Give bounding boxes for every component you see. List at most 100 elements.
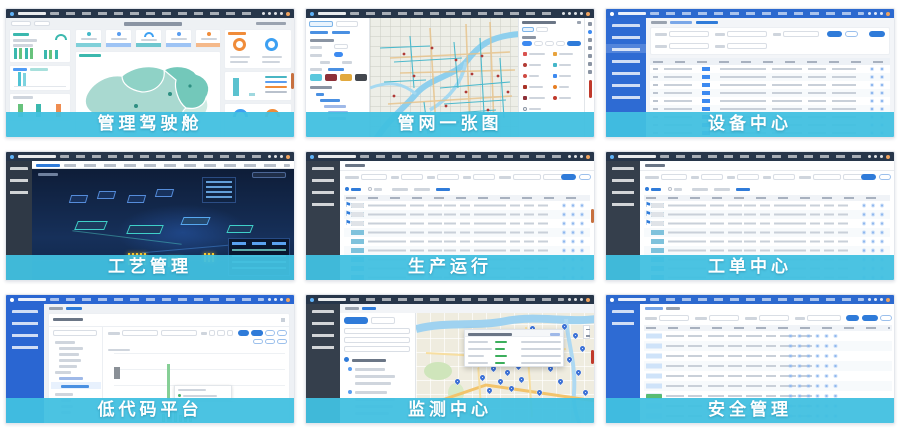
tree-active-node[interactable] — [51, 382, 101, 389]
tile-low-code-platform[interactable]: 低代码平台 — [5, 294, 295, 424]
table-view-button[interactable] — [277, 330, 287, 336]
type-select[interactable] — [401, 174, 423, 180]
tool-icon[interactable] — [588, 46, 592, 50]
tool-icon[interactable] — [588, 70, 592, 74]
toggle-on[interactable] — [334, 52, 343, 57]
legend-icon[interactable] — [553, 96, 557, 100]
zoom-control[interactable] — [583, 325, 590, 339]
pill-all[interactable] — [522, 41, 532, 46]
sidebar-menu[interactable] — [612, 167, 634, 209]
level-select[interactable] — [473, 174, 495, 180]
date-range-input[interactable] — [807, 315, 841, 321]
level-select[interactable] — [773, 174, 795, 180]
legend-icon[interactable] — [553, 85, 557, 89]
red-slider[interactable] — [589, 80, 592, 98]
scene-search-input[interactable] — [252, 172, 286, 178]
device-name-input[interactable] — [669, 31, 709, 37]
close-icon[interactable] — [577, 21, 581, 24]
sidebar-menu[interactable] — [612, 310, 634, 330]
status-select[interactable] — [783, 31, 819, 37]
clear-selection-button[interactable] — [567, 41, 581, 46]
zoom-out-icon[interactable] — [586, 335, 590, 337]
type-select[interactable] — [344, 346, 410, 352]
device-type-select[interactable] — [727, 31, 767, 37]
sidebar-menu[interactable] — [312, 310, 334, 352]
tab-realtime[interactable] — [344, 317, 368, 324]
legend-icon[interactable] — [523, 107, 527, 111]
day-button[interactable] — [253, 339, 263, 344]
date-from-input[interactable] — [513, 174, 541, 180]
scrollbar-thumb[interactable] — [591, 350, 594, 364]
week-button[interactable] — [265, 339, 275, 344]
tile-work-order-center[interactable]: ⚑ ⚑ ⚑ 工单中心 — [605, 151, 895, 281]
end-time-input[interactable] — [161, 330, 197, 336]
legend-icon[interactable] — [523, 85, 527, 89]
search-button[interactable] — [846, 315, 859, 321]
tool-icon[interactable] — [588, 54, 592, 58]
tile-pipe-network-map[interactable]: 管网一张图 — [305, 8, 595, 138]
date-from-input[interactable] — [813, 174, 841, 180]
active-plant-tab[interactable] — [36, 164, 60, 167]
start-time-input[interactable] — [122, 330, 158, 336]
legend-icon[interactable] — [523, 63, 527, 67]
keyword-input[interactable] — [361, 174, 387, 180]
sidebar-menu[interactable] — [312, 167, 334, 209]
legend-chip-orange[interactable] — [340, 74, 352, 81]
scrollbar-thumb[interactable] — [591, 209, 594, 223]
sidebar-active-item[interactable] — [606, 44, 646, 53]
type-select[interactable] — [701, 174, 723, 180]
tool-icon[interactable] — [588, 38, 592, 42]
add-device-button[interactable] — [869, 31, 885, 37]
tree-search-input[interactable] — [53, 330, 97, 336]
pill-option[interactable] — [534, 41, 543, 46]
alarm-level-select[interactable] — [709, 315, 739, 321]
sidebar-menu[interactable] — [612, 24, 640, 104]
tool-icon[interactable] — [588, 22, 592, 26]
device-code-input[interactable] — [669, 43, 709, 49]
month-button[interactable] — [277, 339, 287, 344]
tab-pipe[interactable] — [536, 27, 548, 32]
legend-chip-red[interactable] — [325, 74, 337, 81]
tile-device-center[interactable]: 设备中心 — [605, 8, 895, 138]
legend-icon[interactable] — [523, 96, 527, 100]
tab-layers[interactable] — [309, 21, 333, 27]
legend-icon[interactable] — [553, 63, 557, 67]
legend-chip-cyan[interactable] — [310, 74, 322, 81]
tab-facility[interactable] — [522, 27, 534, 32]
legend-icon[interactable] — [553, 74, 557, 78]
scrollbar-thumb[interactable] — [291, 73, 294, 89]
status-select[interactable] — [437, 174, 459, 180]
legend-chip-dark[interactable] — [355, 74, 367, 81]
region-select[interactable] — [11, 21, 31, 26]
tile-management-cockpit[interactable]: 管理驾驶舱 — [5, 8, 295, 138]
chart-view-button[interactable] — [265, 330, 275, 336]
radio-mine[interactable] — [368, 187, 372, 191]
radio-all[interactable] — [345, 187, 349, 191]
legend-icon[interactable] — [523, 52, 527, 56]
tab-history[interactable] — [371, 317, 395, 324]
pill-option[interactable] — [545, 41, 554, 46]
search-button[interactable] — [861, 174, 876, 180]
status-select[interactable] — [759, 315, 789, 321]
station-search-input[interactable] — [344, 328, 410, 334]
query-button[interactable] — [238, 330, 249, 336]
zoom-in-icon[interactable] — [586, 329, 590, 331]
sidebar-menu[interactable] — [12, 310, 38, 352]
radio-mine[interactable] — [668, 187, 672, 191]
group-select[interactable] — [344, 337, 410, 343]
reset-button[interactable] — [879, 174, 891, 180]
sidebar-menu[interactable] — [10, 167, 28, 197]
tab-query[interactable] — [336, 21, 358, 27]
tool-icon[interactable] — [588, 62, 592, 66]
stepper-plus[interactable] — [227, 330, 233, 336]
export-button[interactable] — [251, 330, 263, 336]
export-button[interactable] — [880, 315, 892, 321]
radio-all[interactable] — [645, 187, 649, 191]
tile-safety-management[interactable]: 安全管理 — [605, 294, 895, 424]
tile-process-management[interactable]: 工艺管理 — [5, 151, 295, 281]
stepper-value[interactable] — [217, 330, 225, 336]
tool-icon[interactable] — [588, 30, 592, 34]
stepper-minus[interactable] — [209, 330, 215, 336]
status-select[interactable] — [737, 174, 759, 180]
reset-button[interactable] — [579, 174, 591, 180]
